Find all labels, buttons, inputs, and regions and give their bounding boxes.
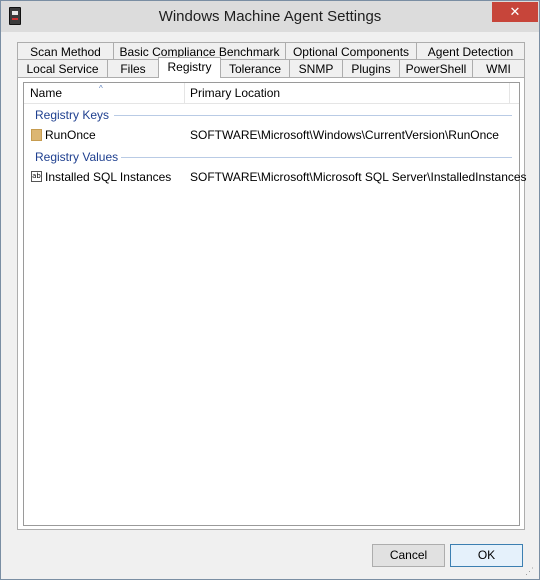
settings-window: Windows Machine Agent Settings ✕ Scan Me… [0, 0, 540, 580]
resize-grip-icon[interactable]: ⋰ [525, 565, 537, 577]
tab-files[interactable]: Files [107, 59, 159, 78]
tab-wmi[interactable]: WMI [472, 59, 525, 78]
group-divider [114, 115, 512, 116]
tab-tolerance[interactable]: Tolerance [220, 59, 290, 78]
tab-plugins[interactable]: Plugins [342, 59, 400, 78]
tab-registry[interactable]: Registry [158, 57, 221, 78]
ok-button[interactable]: OK [450, 544, 523, 567]
column-header-name[interactable]: Name [24, 83, 184, 104]
tab-local-service[interactable]: Local Service [17, 59, 108, 78]
tab-snmp[interactable]: SNMP [289, 59, 343, 78]
list-header: Name ^ Primary Location [24, 83, 519, 104]
string-value-icon: ab [31, 171, 42, 182]
group-divider [121, 157, 512, 158]
folder-icon [31, 129, 42, 141]
title-bar[interactable]: Windows Machine Agent Settings ✕ [1, 1, 539, 32]
group-header-registry-keys[interactable]: Registry Keys [35, 107, 109, 123]
column-divider[interactable] [509, 83, 510, 104]
window-title: Windows Machine Agent Settings [158, 8, 382, 25]
item-location: SOFTWARE\Microsoft\Windows\CurrentVersio… [190, 128, 499, 142]
item-name: RunOnce [45, 128, 96, 142]
sort-ascending-icon: ^ [99, 84, 103, 93]
registry-list-view[interactable]: Name ^ Primary Location Registry Keys Ru… [23, 82, 527, 526]
column-header-primary-location[interactable]: Primary Location [184, 83, 509, 104]
group-header-registry-values[interactable]: Registry Values [35, 149, 118, 165]
item-location: SOFTWARE\Microsoft\Microsoft SQL Server\… [190, 170, 527, 184]
close-button[interactable]: ✕ [492, 2, 538, 22]
tab-powershell[interactable]: PowerShell [399, 59, 473, 78]
item-name: Installed SQL Instances [45, 170, 172, 184]
cancel-button[interactable]: Cancel [372, 544, 445, 567]
